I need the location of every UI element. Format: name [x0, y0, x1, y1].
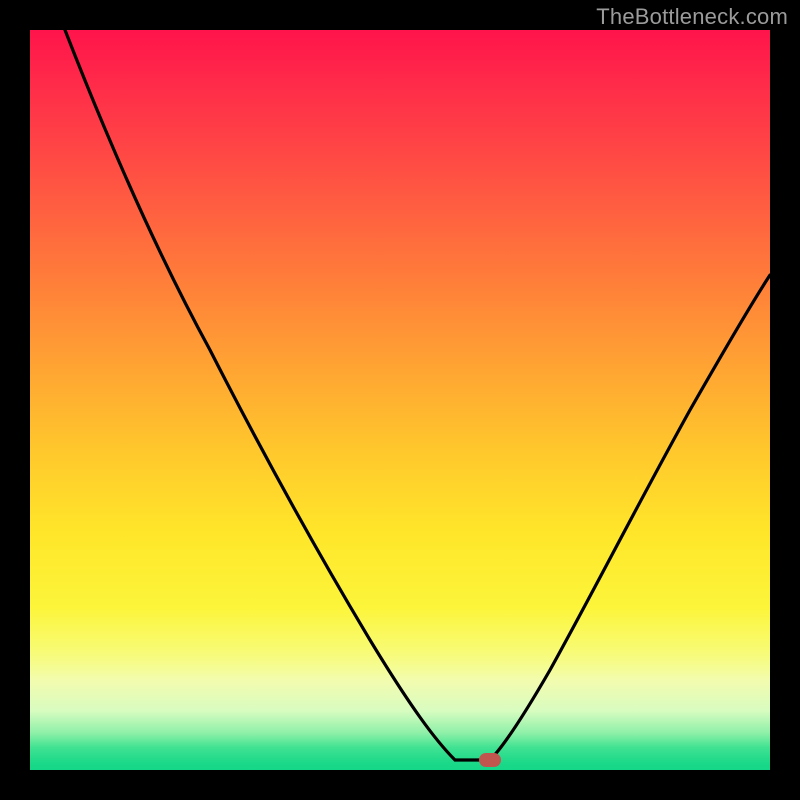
- bottleneck-curve: [30, 30, 770, 770]
- watermark-text: TheBottleneck.com: [596, 4, 788, 30]
- curve-path: [65, 30, 770, 760]
- min-marker: [479, 753, 501, 767]
- plot-area: [30, 30, 770, 770]
- chart-frame: TheBottleneck.com: [0, 0, 800, 800]
